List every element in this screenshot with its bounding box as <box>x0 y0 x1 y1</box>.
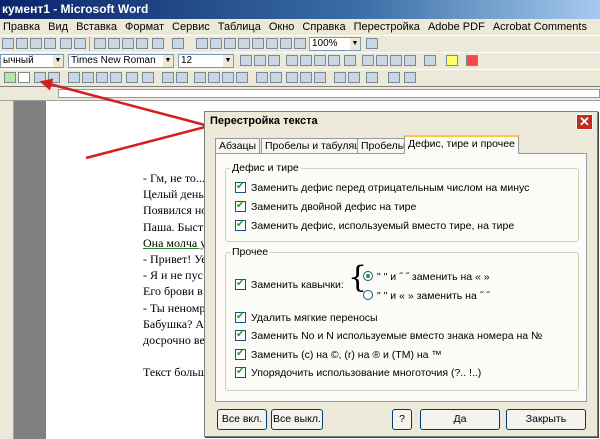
group-hyphen-dash-legend: Дефис и тире <box>232 162 299 174</box>
checkbox[interactable] <box>235 348 246 360</box>
radio-label: " " и ˝ ˝ заменить на « » <box>377 271 490 283</box>
option-symbols[interactable]: Заменить (c) на ©, (r) на ® и (TM) на ™ <box>235 348 442 363</box>
option-label: Заменить дефис, используемый вместо тире… <box>251 220 515 232</box>
tab-spaces[interactable]: Пробелы <box>357 138 410 154</box>
option-soft-hyphens[interactable]: Удалить мягкие переносы <box>235 311 378 326</box>
option-label: Заменить двойной дефис на тире <box>251 201 417 213</box>
option-minus[interactable]: Заменить дефис перед отрицательным число… <box>235 181 530 196</box>
dialog-title: Перестройка текста <box>205 112 597 131</box>
option-label: Удалить мягкие переносы <box>251 312 378 324</box>
checkbox[interactable] <box>235 219 246 231</box>
checkbox[interactable] <box>235 329 246 341</box>
checkbox[interactable] <box>235 278 246 290</box>
all-off-button[interactable]: Все выкл. <box>271 409 323 430</box>
help-button[interactable]: ? <box>392 409 412 430</box>
tab-paragraphs[interactable]: Абзацы <box>215 138 261 154</box>
group-other-legend: Прочее <box>232 246 269 258</box>
option-numero[interactable]: Заменить No и N используемые вместо знак… <box>235 329 543 344</box>
close-icon[interactable]: ✕ <box>576 114 593 130</box>
option-double-hyphen[interactable]: Заменить двойной дефис на тире <box>235 200 417 215</box>
checkbox[interactable] <box>235 311 246 323</box>
radio-quotes-to-angle[interactable]: " " и ˝ ˝ заменить на « » <box>363 271 490 285</box>
option-label: Заменить No и N используемые вместо знак… <box>251 330 543 342</box>
option-label: Заменить дефис перед отрицательным число… <box>251 182 530 194</box>
checkbox[interactable] <box>235 181 246 193</box>
checkbox[interactable] <box>235 200 246 212</box>
arrow-to-toolbar <box>39 78 206 127</box>
option-label: Упорядочить использование многоточия (?.… <box>251 367 482 379</box>
all-on-button[interactable]: Все вкл. <box>217 409 267 430</box>
option-label: Заменить кавычки: <box>251 279 344 291</box>
option-hyphen-dash[interactable]: Заменить дефис, используемый вместо тире… <box>235 219 515 234</box>
option-quotes[interactable]: Заменить кавычки: <box>235 278 344 293</box>
checkbox[interactable] <box>235 366 246 378</box>
ok-button[interactable]: Да <box>420 409 500 430</box>
option-label: Заменить (c) на ©, (r) на ® и (TM) на ™ <box>251 349 442 361</box>
radio-label: " " и « » заменить на ˝ ˝ <box>377 290 490 302</box>
arrow-tail <box>85 125 206 160</box>
option-ellipsis[interactable]: Упорядочить использование многоточия (?.… <box>235 366 482 381</box>
tab-pane: Дефис и тире Заменить дефис перед отрица… <box>215 153 587 402</box>
radio-quotes-to-straight[interactable]: " " и « » заменить на ˝ ˝ <box>363 290 490 304</box>
tab-hyphen-dash[interactable]: Дефис, тире и прочее <box>404 135 519 154</box>
perestroika-dialog: Перестройка текста ✕ Абзацы Пробелы и та… <box>204 111 598 437</box>
radio-button[interactable] <box>363 271 373 281</box>
radio-button[interactable] <box>363 290 373 300</box>
close-button[interactable]: Закрыть <box>506 409 586 430</box>
